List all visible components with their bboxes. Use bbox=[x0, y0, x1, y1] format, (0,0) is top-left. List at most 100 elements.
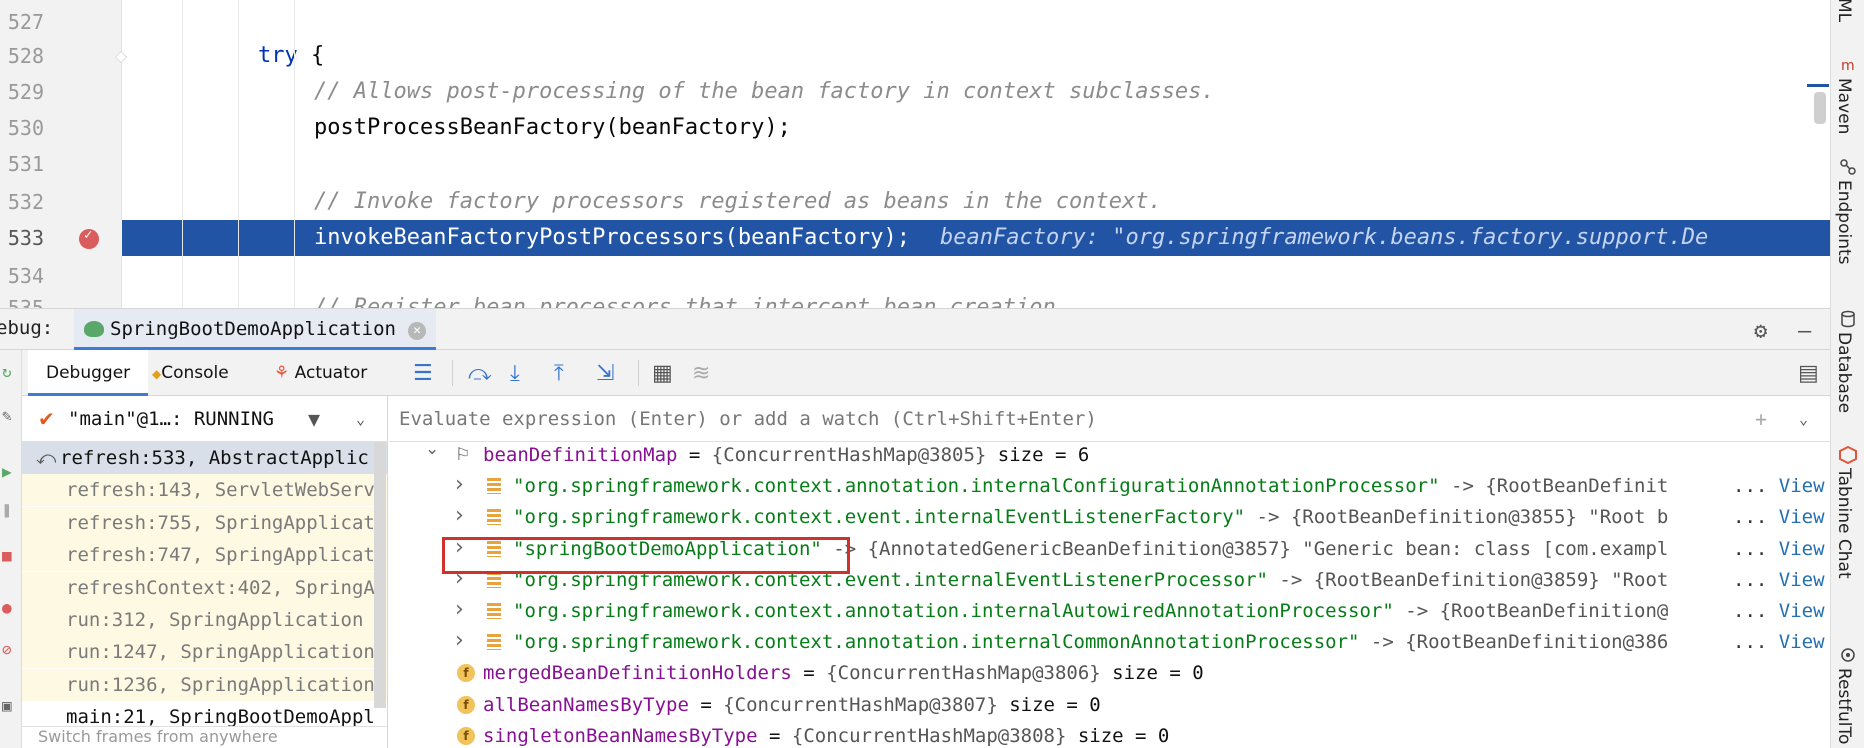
code-editor[interactable]: 527 528 try {529 // Allows post-processing … bbox=[0, 0, 1830, 308]
stack-frame[interactable]: run:312, SpringApplication bbox=[22, 604, 387, 636]
minimize-icon[interactable]: — bbox=[1798, 319, 1811, 344]
chevron-right-icon[interactable]: › bbox=[455, 596, 464, 625]
stack-frame-label: refresh:747, SpringApplicat bbox=[66, 544, 375, 567]
code-text: // Invoke factory processors registered … bbox=[314, 189, 1162, 214]
line-number[interactable]: 529 bbox=[0, 74, 44, 110]
chevron-down-icon[interactable]: ⌄ bbox=[356, 396, 365, 442]
line-number[interactable]: 531 bbox=[0, 146, 44, 182]
view-link[interactable]: ... View bbox=[1729, 471, 1825, 503]
map-entry-row[interactable]: › "org.springframework.context.annotation… bbox=[389, 627, 1830, 659]
restore-layout-icon[interactable]: ▤ bbox=[1798, 361, 1819, 386]
line-number[interactable]: 532 bbox=[0, 184, 44, 220]
restful-tool-icon bbox=[1841, 648, 1855, 662]
variable-row[interactable]: ⌄ ⚐ beanDefinitionMap = {ConcurrentHashMap… bbox=[389, 440, 1830, 471]
map-entry-row[interactable]: › "org.springframework.context.annotation… bbox=[389, 471, 1830, 503]
stack-frame[interactable]: refresh:747, SpringApplicat bbox=[22, 539, 387, 572]
run-config-tab[interactable]: SpringBootDemoApplication ✕ bbox=[74, 309, 436, 351]
gear-icon[interactable]: ⚙ bbox=[1754, 319, 1767, 344]
scrollbar-marker[interactable] bbox=[1807, 84, 1829, 87]
tool-tab-tabnine-chat[interactable]: Tabnine Chat bbox=[1834, 468, 1854, 579]
chevron-right-icon[interactable]: › bbox=[455, 627, 464, 656]
view-link[interactable]: ... View bbox=[1729, 627, 1825, 659]
filter-icon[interactable]: ▼ bbox=[308, 396, 320, 442]
tab-debugger[interactable]: Debugger bbox=[28, 350, 149, 396]
toolbar-separator bbox=[452, 360, 453, 386]
editor-scrollbar[interactable] bbox=[1814, 92, 1826, 124]
line-number[interactable]: 527 bbox=[0, 4, 44, 40]
code-line[interactable]: 527 bbox=[0, 4, 1830, 40]
mute-breakpoints-icon[interactable]: ⊘ bbox=[2, 640, 12, 659]
view-breakpoints-icon[interactable]: ● bbox=[2, 598, 12, 617]
stop-icon[interactable]: ■ bbox=[2, 546, 12, 565]
map-entry-icon bbox=[487, 478, 501, 495]
step-over-icon[interactable]: ⤼ bbox=[468, 361, 492, 386]
tool-tab-restfultool[interactable]: RestfulTo bbox=[1834, 668, 1854, 744]
run-to-cursor-icon[interactable]: ⇲ bbox=[596, 361, 614, 386]
tool-tab-maven[interactable]: Maven bbox=[1834, 78, 1854, 134]
add-watch-icon[interactable]: + bbox=[1755, 396, 1767, 442]
stack-frame[interactable]: run:1236, SpringApplication bbox=[22, 668, 387, 701]
view-link[interactable]: ... View bbox=[1729, 564, 1825, 596]
camera-icon[interactable]: ▣ bbox=[2, 696, 12, 715]
map-entry-row[interactable]: › "org.springframework.context.event.inte… bbox=[389, 502, 1830, 534]
stack-frame[interactable]: refresh:755, SpringApplicat bbox=[22, 506, 387, 539]
stack-frame[interactable]: run:1247, SpringApplication bbox=[22, 636, 387, 669]
variable-row[interactable]: f mergedBeanDefinitionHolders = {Concurre… bbox=[389, 658, 1830, 689]
close-tab-icon[interactable]: ✕ bbox=[407, 322, 426, 340]
thread-label: "main"@1…: RUNNING bbox=[68, 408, 274, 430]
field-icon: f bbox=[457, 695, 475, 714]
code-line[interactable]: 532 // Invoke factory processors register… bbox=[0, 184, 1830, 220]
tool-tab-ml[interactable]: ML bbox=[1834, 0, 1854, 22]
step-out-icon[interactable]: ⤒ bbox=[554, 361, 564, 386]
spring-boot-icon bbox=[84, 321, 104, 337]
line-number[interactable]: 534 bbox=[0, 258, 44, 294]
map-entry-row[interactable]: › "org.springframework.context.annotation… bbox=[389, 596, 1830, 627]
code-line[interactable]: 530 postProcessBeanFactory(beanFactory); bbox=[0, 110, 1830, 146]
view-link[interactable]: ... View bbox=[1729, 533, 1825, 565]
code-line[interactable]: 529 // Allows post-processing of the bean… bbox=[0, 74, 1830, 110]
line-number[interactable]: 530 bbox=[0, 110, 44, 146]
code-line[interactable]: 535 // Register bean processors that inte… bbox=[0, 290, 1830, 308]
variable-text: allBeanNamesByType = {ConcurrentHashMap@… bbox=[483, 693, 1101, 716]
chevron-right-icon[interactable]: › bbox=[455, 502, 464, 531]
pause-icon[interactable]: ❚ bbox=[2, 500, 12, 519]
thread-selector[interactable]: ✔ "main"@1…: RUNNING ▼ ⌄ bbox=[22, 396, 387, 442]
stack-frame[interactable]: ⤺ refresh:533, AbstractApplic bbox=[22, 442, 387, 474]
tool-tab-endpoints[interactable]: Endpoints bbox=[1834, 180, 1854, 265]
tab-actuator[interactable]: ⚘ Actuator bbox=[274, 350, 367, 396]
code-line[interactable]: 534 bbox=[0, 258, 1830, 294]
code-line-current[interactable]: 533 invokeBeanFactoryPostProcessors(beanF… bbox=[0, 220, 1830, 256]
chevron-down-icon[interactable]: ⌄ bbox=[425, 440, 439, 465]
step-into-icon[interactable]: ⤓ bbox=[510, 361, 520, 386]
line-number[interactable]: 533 bbox=[0, 220, 122, 256]
variable-row[interactable]: f allBeanNamesByType = {ConcurrentHashMap… bbox=[389, 690, 1830, 721]
chevron-down-icon[interactable]: ⌄ bbox=[1799, 396, 1808, 442]
debug-label: ebug: bbox=[0, 317, 54, 339]
chevron-right-icon[interactable]: › bbox=[455, 471, 464, 500]
breakpoint-icon[interactable] bbox=[79, 227, 99, 249]
view-link[interactable]: ... View bbox=[1729, 502, 1825, 534]
map-entry-icon bbox=[487, 634, 501, 651]
tool-tab-database[interactable]: Database bbox=[1834, 332, 1854, 413]
wrench-icon[interactable]: ✎ bbox=[2, 406, 12, 425]
trace-icon[interactable]: ≋ bbox=[692, 361, 710, 386]
view-link[interactable]: ... View bbox=[1729, 596, 1825, 627]
flag-icon: ⚐ bbox=[455, 445, 471, 465]
run-config-tab-label: SpringBootDemoApplication bbox=[110, 318, 396, 340]
rerun-icon[interactable]: ↻ bbox=[2, 362, 12, 381]
evaluate-expression-input[interactable]: Evaluate expression (Enter) or add a wat… bbox=[389, 396, 1830, 442]
code-line[interactable]: 531 bbox=[0, 146, 1830, 182]
tab-console[interactable]: ◆Console bbox=[152, 350, 229, 396]
frames-scrollbar[interactable] bbox=[374, 442, 386, 708]
inline-debug-value[interactable]: beanFactory: "org.springframework.beans.… bbox=[940, 225, 1708, 250]
variable-row[interactable]: f singletonBeanNamesByType = {ConcurrentH… bbox=[389, 721, 1830, 748]
code-line[interactable]: 528 try { bbox=[0, 38, 1830, 74]
line-number[interactable]: 535 bbox=[0, 290, 44, 308]
stack-frame[interactable]: refreshContext:402, SpringA bbox=[22, 571, 387, 604]
frames-hint: Switch frames from anywhere bbox=[22, 726, 387, 748]
resume-icon[interactable]: ▶ bbox=[2, 462, 12, 481]
line-number[interactable]: 528 bbox=[0, 38, 44, 74]
evaluate-table-icon[interactable]: ▦ bbox=[652, 361, 673, 386]
layout-menu-icon[interactable]: ☰ bbox=[413, 361, 433, 386]
stack-frame[interactable]: refresh:143, ServletWebServ bbox=[22, 474, 387, 507]
